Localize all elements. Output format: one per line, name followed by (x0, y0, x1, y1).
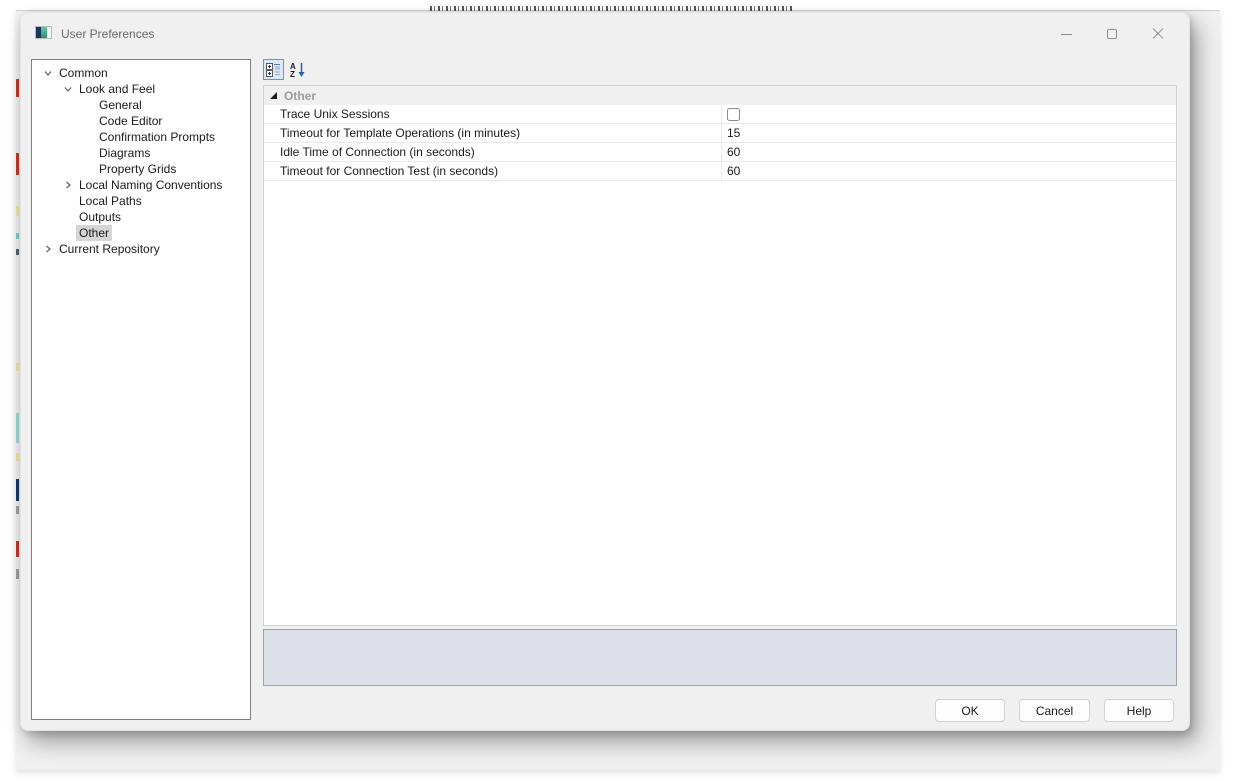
chevron-down-icon[interactable] (40, 65, 56, 81)
tree-item-label: Outputs (79, 210, 122, 224)
property-label: Timeout for Template Operations (in minu… (280, 126, 521, 140)
window-title: User Preferences (61, 27, 155, 41)
tree-item-local-naming-conventions[interactable]: Local Naming Conventions (32, 177, 250, 193)
tree-item-label: Diagrams (99, 146, 151, 160)
property-value-cell[interactable]: 60 (721, 162, 1176, 180)
preferences-tree: Common Look and Feel General Code Editor… (31, 59, 251, 720)
tree-item-label: Local Paths (79, 194, 142, 208)
tree-item-current-repository[interactable]: Current Repository (32, 241, 250, 257)
tree-item-label: Common (59, 66, 108, 80)
tree-item-look-and-feel[interactable]: Look and Feel (32, 81, 250, 97)
help-button[interactable]: Help (1104, 699, 1174, 722)
category-expanded-icon (270, 92, 277, 99)
property-grid: Other Trace Unix Sessions Timeout for Te… (263, 85, 1177, 626)
minimize-icon (1060, 33, 1072, 35)
tree-item-local-paths[interactable]: Local Paths (32, 193, 250, 209)
property-description-panel (263, 629, 1177, 686)
property-value-cell[interactable]: 15 (721, 124, 1176, 142)
tree-item-code-editor[interactable]: Code Editor (32, 113, 250, 129)
title-bar: User Preferences (21, 13, 1189, 57)
maximize-icon (1107, 29, 1117, 39)
tree-item-label: Confirmation Prompts (99, 130, 216, 144)
tree-item-label: General (99, 98, 142, 112)
tree-item-label: Code Editor (99, 114, 163, 128)
chevron-right-icon[interactable] (60, 177, 76, 193)
tree-item-common[interactable]: Common (32, 65, 250, 81)
property-label: Idle Time of Connection (in seconds) (280, 145, 475, 159)
tree-item-property-grids[interactable]: Property Grids (32, 161, 250, 177)
tree-item-label: Look and Feel (79, 82, 156, 96)
tree-item-general[interactable]: General (32, 97, 250, 113)
tree-item-outputs[interactable]: Outputs (32, 209, 250, 225)
tree-item-other[interactable]: Other (32, 225, 250, 241)
ok-button[interactable]: OK (935, 699, 1005, 722)
property-row-timeout-connection-test: Timeout for Connection Test (in seconds)… (264, 162, 1176, 181)
minimize-button[interactable] (1043, 19, 1089, 49)
close-icon (1152, 28, 1164, 40)
trace-unix-sessions-checkbox[interactable] (727, 107, 740, 121)
background-window-toolbar-sliver (16, 11, 19, 770)
alphabetical-sort-icon: A Z (290, 62, 305, 78)
tree-item-confirmation-prompts[interactable]: Confirmation Prompts (32, 129, 250, 145)
chevron-down-icon[interactable] (60, 81, 76, 97)
svg-text:Z: Z (290, 70, 295, 78)
chevron-right-icon[interactable] (40, 241, 56, 257)
property-row-timeout-template-operations: Timeout for Template Operations (in minu… (264, 124, 1176, 143)
dialog-button-row: OK Cancel Help (21, 699, 1191, 722)
property-row-trace-unix-sessions: Trace Unix Sessions (264, 105, 1176, 124)
categorized-view-icon (266, 63, 280, 77)
categorized-view-button[interactable] (263, 59, 284, 80)
app-icon (35, 26, 52, 39)
tree-item-label-selected: Other (76, 225, 113, 241)
tree-item-label: Local Naming Conventions (79, 178, 223, 192)
property-label: Trace Unix Sessions (280, 107, 390, 121)
property-label: Timeout for Connection Test (in seconds) (280, 164, 499, 178)
category-header-other[interactable]: Other (264, 86, 1176, 105)
background-window-title-fragment (430, 6, 794, 11)
property-grid-toolbar: A Z (263, 59, 308, 81)
property-row-idle-time-connection: Idle Time of Connection (in seconds) 60 (264, 143, 1176, 162)
user-preferences-dialog: User Preferences Common Look and Feel Ge… (20, 12, 1190, 731)
cancel-button[interactable]: Cancel (1019, 699, 1090, 722)
tree-item-diagrams[interactable]: Diagrams (32, 145, 250, 161)
category-label: Other (284, 88, 317, 103)
property-value-cell[interactable]: 60 (721, 143, 1176, 161)
alphabetical-sort-button[interactable]: A Z (287, 59, 308, 80)
tree-item-label: Current Repository (59, 242, 160, 256)
property-value-cell[interactable] (721, 105, 1176, 123)
maximize-button[interactable] (1089, 19, 1135, 49)
tree-item-label: Property Grids (99, 162, 177, 176)
close-button[interactable] (1135, 19, 1181, 49)
